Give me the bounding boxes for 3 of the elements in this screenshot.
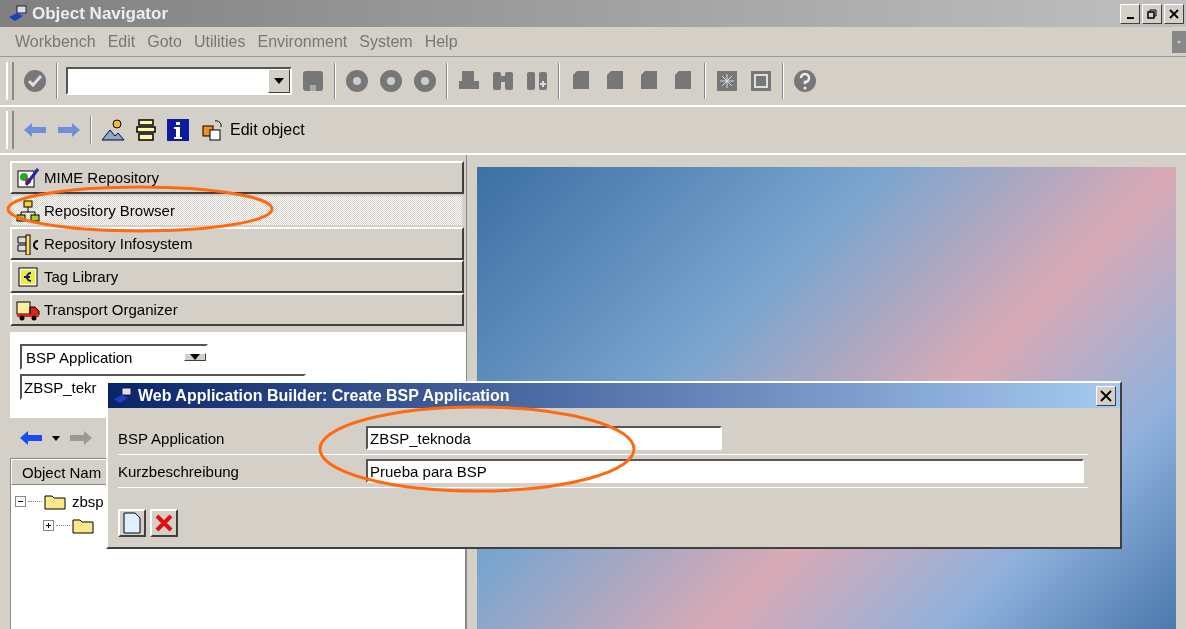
- field-label: BSP Application: [118, 429, 226, 447]
- dialog-title: Web Application Builder: Create BSP Application: [138, 386, 510, 405]
- window-title: Object Navigator: [32, 3, 169, 24]
